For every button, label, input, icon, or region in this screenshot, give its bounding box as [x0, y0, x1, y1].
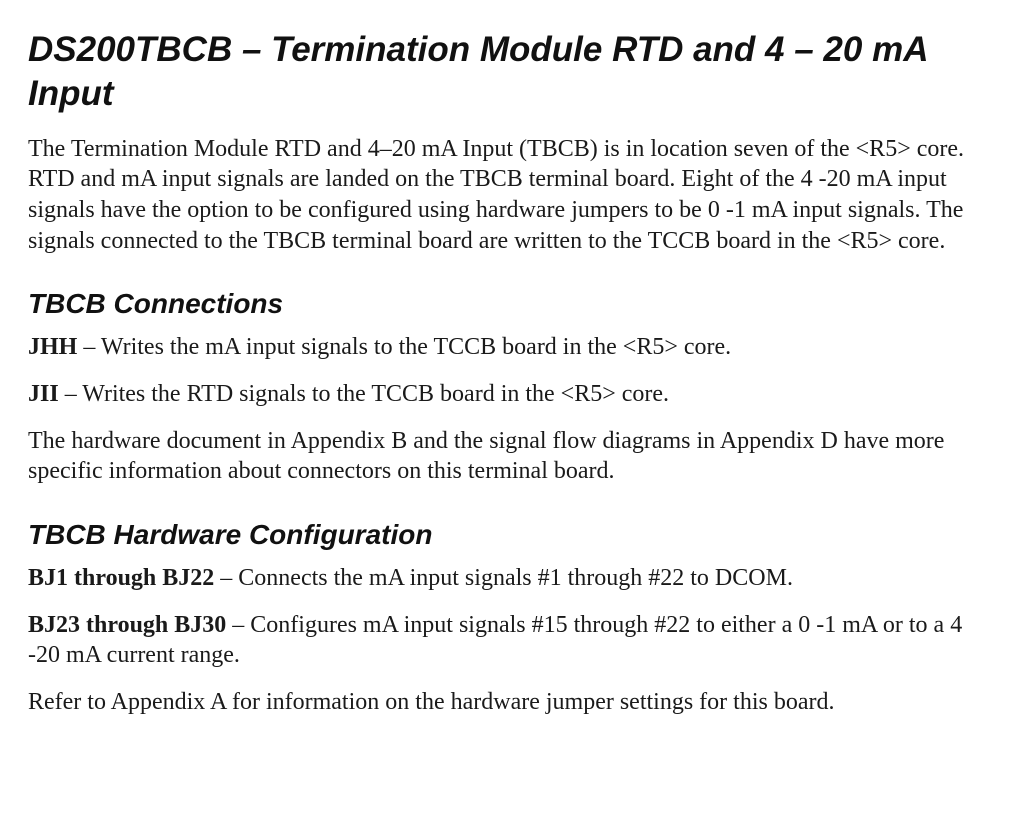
hwconfig-rest: – Connects the mA input signals #1 throu… — [214, 565, 793, 591]
hwconfig-item: BJ1 through BJ22 – Connects the mA input… — [28, 563, 993, 594]
connections-note: The hardware document in Appendix B and … — [28, 426, 993, 487]
connection-lead: JHH — [28, 334, 77, 360]
connection-item: JII – Writes the RTD signals to the TCCB… — [28, 379, 993, 410]
connection-rest: – Writes the RTD signals to the TCCB boa… — [59, 381, 669, 407]
hwconfig-lead: BJ23 through BJ30 — [28, 612, 226, 638]
connection-rest: – Writes the mA input signals to the TCC… — [77, 334, 731, 360]
page-title: DS200TBCB – Termination Module RTD and 4… — [28, 28, 993, 116]
document-page: DS200TBCB – Termination Module RTD and 4… — [0, 0, 1029, 768]
hwconfig-note: Refer to Appendix A for information on t… — [28, 687, 993, 718]
hwconfig-item: BJ23 through BJ30 – Configures mA input … — [28, 610, 993, 671]
intro-paragraph: The Termination Module RTD and 4–20 mA I… — [28, 134, 993, 257]
section-heading-connections: TBCB Connections — [28, 286, 993, 322]
connection-lead: JII — [28, 381, 59, 407]
section-heading-hwconfig: TBCB Hardware Configuration — [28, 517, 993, 553]
hwconfig-lead: BJ1 through BJ22 — [28, 565, 214, 591]
connection-item: JHH – Writes the mA input signals to the… — [28, 332, 993, 363]
